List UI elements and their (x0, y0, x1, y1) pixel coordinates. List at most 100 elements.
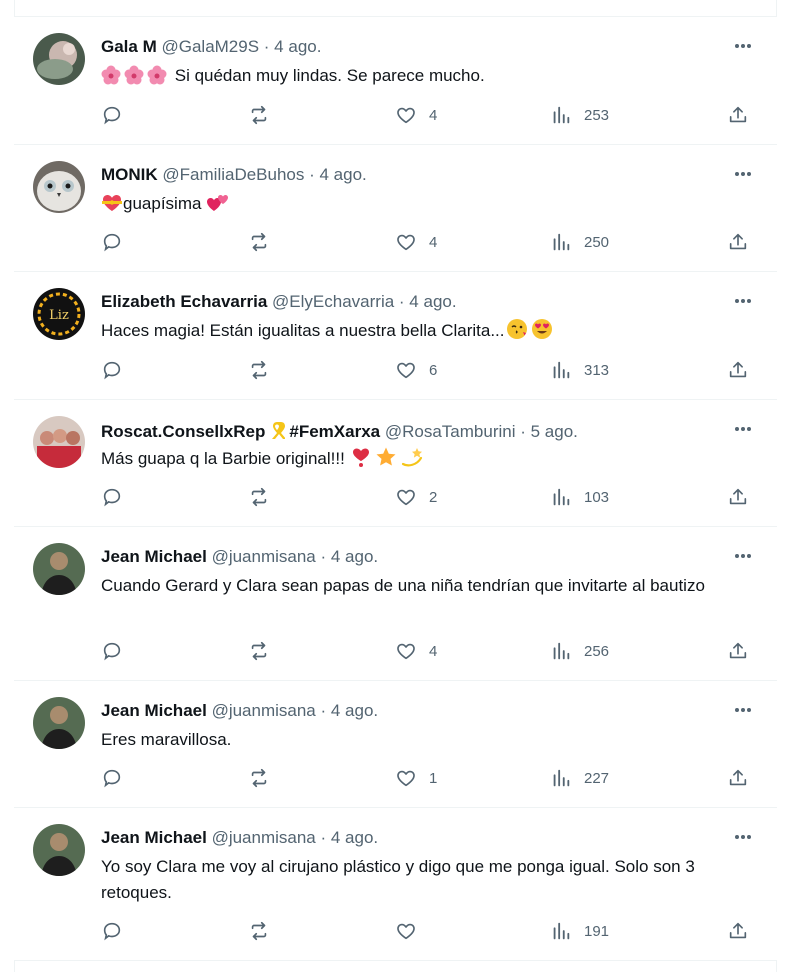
handle[interactable]: @juanmisana (212, 701, 316, 720)
views-button[interactable]: 227 (550, 767, 609, 789)
more-icon[interactable] (733, 294, 753, 308)
views-button[interactable]: 191 (550, 920, 609, 942)
retweet-icon (248, 359, 270, 381)
more-icon[interactable] (733, 167, 753, 181)
tweet[interactable]: MONIK @FamiliaDeBuhos · 4 ago. guapísima… (14, 145, 777, 272)
view-count: 256 (584, 642, 610, 660)
avatar[interactable]: Liz (33, 288, 85, 340)
handle[interactable]: @ElyEchavarria (272, 292, 394, 311)
action-bar: 4 253 (101, 104, 756, 126)
tweet-text: Más guapa q la Barbie original!!! (101, 446, 737, 476)
timestamp[interactable]: · 4 ago. (321, 547, 379, 566)
share-button[interactable] (727, 640, 749, 662)
timestamp[interactable]: · 4 ago. (321, 701, 379, 720)
tweet-text: Haces magia! Están igualitas a nuestra b… (101, 318, 737, 348)
avatar[interactable] (33, 416, 85, 468)
share-button[interactable] (727, 486, 749, 508)
avatar[interactable] (33, 161, 85, 213)
views-button[interactable]: 103 (550, 486, 609, 508)
reply-icon (101, 640, 123, 662)
handle[interactable]: @juanmisana (212, 547, 316, 566)
like-button[interactable]: 6 (395, 359, 437, 381)
like-button[interactable]: 4 (395, 104, 437, 126)
handle[interactable]: @GalaM29S (161, 37, 259, 56)
tweet-body: Si quédan muy lindas. Se parece mucho. (174, 66, 485, 85)
display-name[interactable]: MONIK (101, 165, 158, 184)
tweet[interactable]: Roscat.ConsellxRep #FemXarxa @RosaTamburi… (14, 400, 777, 527)
timestamp[interactable]: · 4 ago. (399, 292, 457, 311)
tweet[interactable]: Jean Michael @juanmisana · 4 ago. Eres m… (14, 681, 777, 808)
display-name[interactable]: Elizabeth Echavarria (101, 292, 267, 311)
more-icon[interactable] (733, 549, 753, 563)
more-icon[interactable] (733, 422, 753, 436)
share-icon (727, 231, 749, 253)
retweet-button[interactable] (248, 640, 282, 662)
like-count: 1 (429, 769, 438, 787)
avatar[interactable] (33, 824, 85, 876)
timestamp[interactable]: · 4 ago. (321, 828, 379, 847)
like-button[interactable] (395, 920, 429, 942)
dizzy-icon (400, 446, 424, 476)
avatar[interactable] (33, 33, 85, 85)
tweet-header: Elizabeth Echavarria @ElyEchavarria · 4 … (101, 292, 717, 314)
reply-icon (101, 104, 123, 126)
avatar[interactable] (33, 697, 85, 749)
tweet[interactable]: Liz Elizabeth Echavarria @ElyEchavarria … (14, 272, 777, 400)
views-button[interactable]: 313 (550, 359, 609, 381)
handle[interactable]: @FamiliaDeBuhos (162, 165, 304, 184)
like-button[interactable]: 2 (395, 486, 437, 508)
heart-exclamation-icon (350, 446, 372, 476)
like-button[interactable]: 4 (395, 231, 437, 253)
share-button[interactable] (727, 767, 749, 789)
retweet-button[interactable] (248, 486, 282, 508)
more-icon[interactable] (733, 39, 753, 53)
reply-button[interactable] (101, 767, 135, 789)
more-icon[interactable] (733, 830, 753, 844)
more-icon[interactable] (733, 703, 753, 717)
timestamp[interactable]: · 4 ago. (309, 165, 367, 184)
like-button[interactable]: 4 (395, 640, 437, 662)
heart-icon (395, 767, 417, 789)
display-name[interactable]: Jean Michael (101, 547, 207, 566)
tweet[interactable]: Jean Michael @juanmisana · 4 ago. Cuando… (14, 527, 777, 681)
share-button[interactable] (727, 920, 749, 942)
views-button[interactable]: 253 (550, 104, 609, 126)
reply-button[interactable] (101, 231, 135, 253)
display-name-hashtag[interactable]: #FemXarxa (289, 422, 380, 441)
share-icon (727, 486, 749, 508)
tweet[interactable]: Jean Michael @juanmisana · 4 ago. Yo soy… (14, 808, 777, 961)
retweet-button[interactable] (248, 767, 282, 789)
retweet-button[interactable] (248, 920, 282, 942)
reply-button[interactable] (101, 920, 135, 942)
reply-icon (101, 231, 123, 253)
reply-button[interactable] (101, 359, 135, 381)
views-button[interactable]: 250 (550, 231, 609, 253)
timestamp[interactable]: · 4 ago. (264, 37, 322, 56)
handle[interactable]: @juanmisana (212, 828, 316, 847)
reply-button[interactable] (101, 640, 135, 662)
share-button[interactable] (727, 231, 749, 253)
yellow-ribbon-icon (269, 420, 287, 445)
display-name[interactable]: Roscat.ConsellxRep (101, 422, 265, 441)
display-name[interactable]: Jean Michael (101, 701, 207, 720)
replies-feed: Gala M @GalaM29S · 4 ago. Si quédan muy … (14, 17, 777, 961)
retweet-icon (248, 640, 270, 662)
avatar[interactable] (33, 543, 85, 595)
reply-button[interactable] (101, 486, 135, 508)
heart-icon (395, 359, 417, 381)
share-button[interactable] (727, 359, 749, 381)
display-name[interactable]: Jean Michael (101, 828, 207, 847)
reply-button[interactable] (101, 104, 135, 126)
display-name[interactable]: Gala M (101, 37, 157, 56)
timestamp[interactable]: · 5 ago. (520, 422, 578, 441)
bar-chart-icon (550, 104, 572, 126)
tweet-header: Roscat.ConsellxRep #FemXarxa @RosaTamburi… (101, 420, 717, 442)
share-button[interactable] (727, 104, 749, 126)
views-button[interactable]: 256 (550, 640, 609, 662)
handle[interactable]: @RosaTamburini (385, 422, 516, 441)
tweet[interactable]: Gala M @GalaM29S · 4 ago. Si quédan muy … (14, 17, 777, 145)
retweet-button[interactable] (248, 104, 282, 126)
retweet-button[interactable] (248, 231, 282, 253)
like-button[interactable]: 1 (395, 767, 437, 789)
retweet-button[interactable] (248, 359, 282, 381)
